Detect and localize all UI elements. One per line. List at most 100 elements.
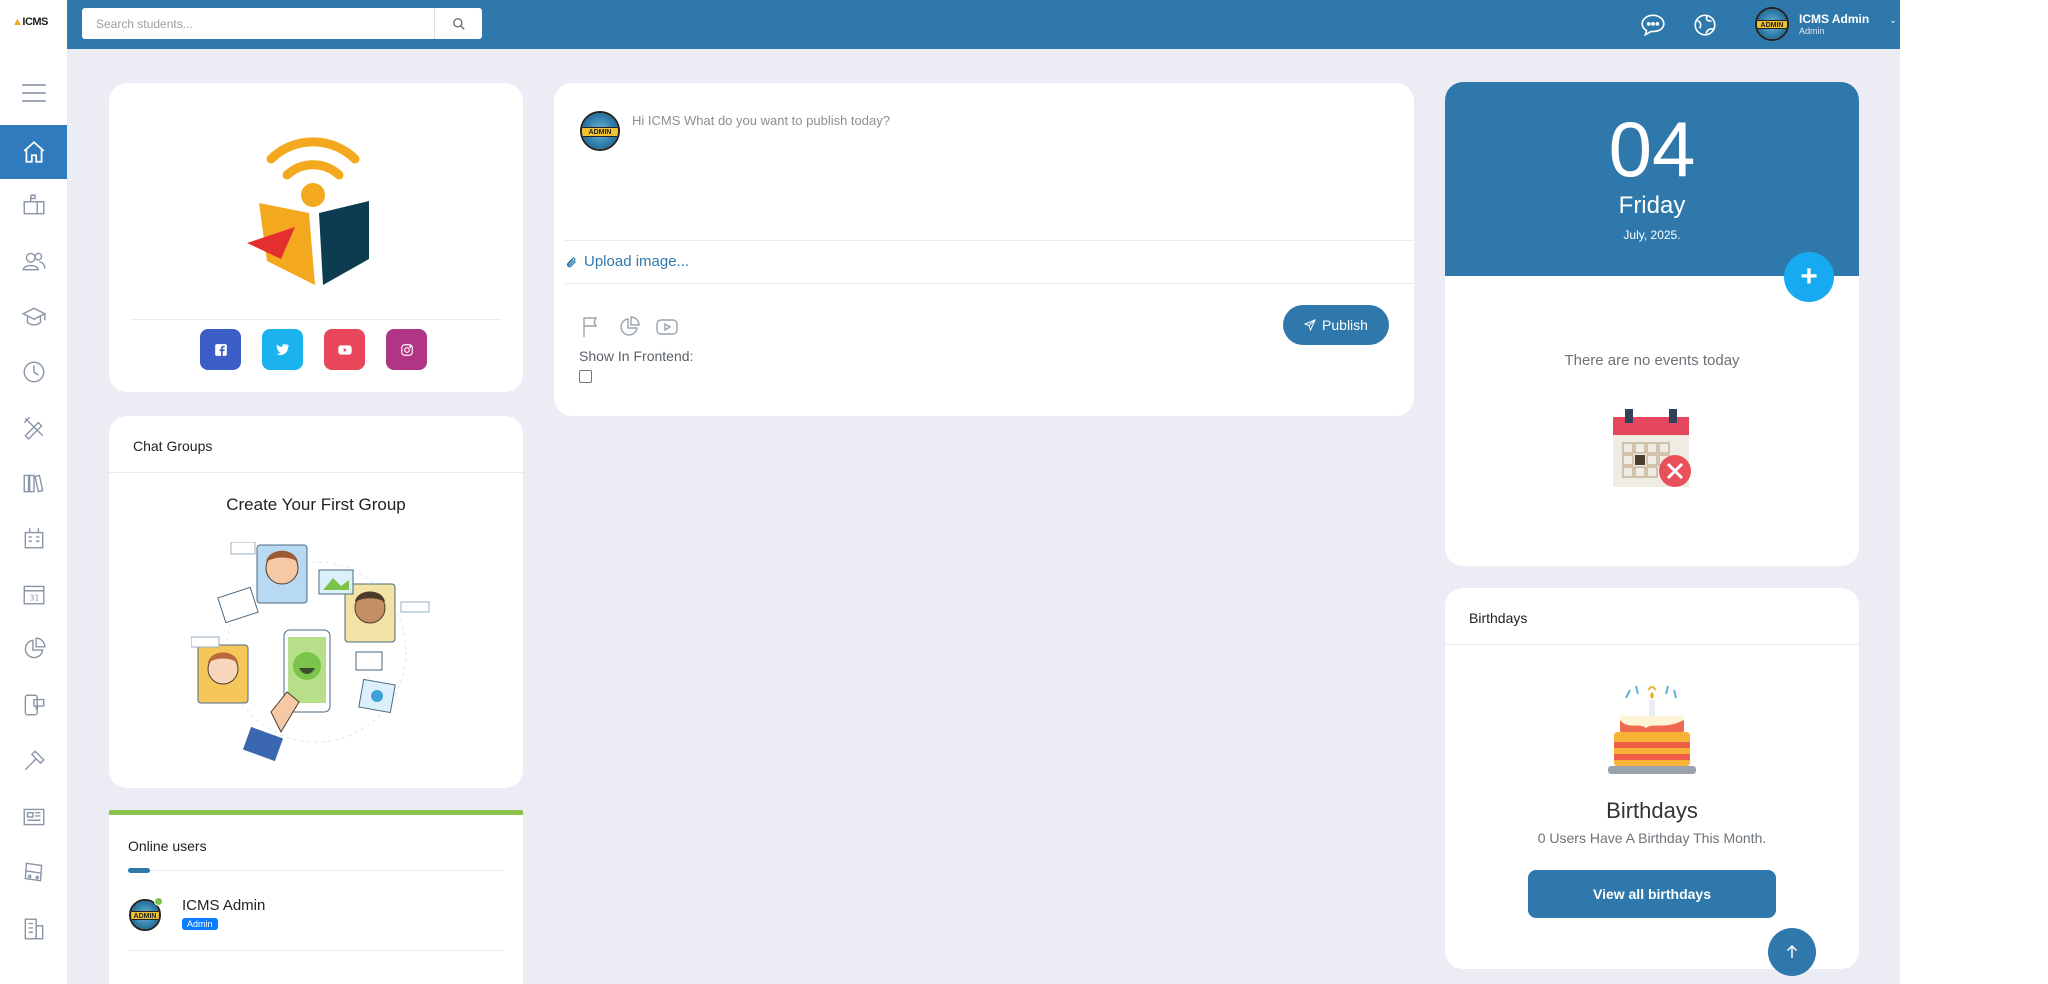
youtube-link[interactable] xyxy=(324,329,365,370)
svg-text:31: 31 xyxy=(29,594,39,603)
nav-reports[interactable] xyxy=(0,622,67,676)
nav-home[interactable] xyxy=(0,125,67,179)
newspaper-icon xyxy=(23,808,44,826)
no-events-text: There are no events today xyxy=(1564,352,1740,369)
online-user-row[interactable]: ADMIN ICMS Admin Admin xyxy=(129,896,266,932)
flag-icon[interactable] xyxy=(579,315,603,339)
nav-messages[interactable] xyxy=(0,178,67,232)
twitter-link[interactable] xyxy=(262,329,303,370)
publish-post-card: ADMIN Hi ICMS What do you want to publis… xyxy=(554,83,1414,416)
nav-users[interactable] xyxy=(0,234,67,288)
twitter-icon xyxy=(276,343,289,355)
calendar-weekday: Friday xyxy=(1618,192,1686,219)
chat-groups-card: Chat Groups Create Your First Group xyxy=(109,416,523,788)
date-panel: 04 Friday July, 2025. xyxy=(1445,82,1859,276)
user-role: Admin xyxy=(1799,26,1825,36)
nav-library[interactable] xyxy=(0,456,67,510)
home-icon xyxy=(23,141,44,163)
books-icon xyxy=(23,474,43,493)
online-status-dot xyxy=(154,896,163,906)
chat-illustration xyxy=(191,542,430,762)
nav-news[interactable] xyxy=(0,790,67,844)
search-button[interactable] xyxy=(434,8,482,39)
online-users-title: Online users xyxy=(128,838,207,854)
birthdays-title: Birthdays xyxy=(1606,798,1698,823)
app-logo[interactable]: ▲ICMS xyxy=(12,16,48,28)
avatar: ADMIN xyxy=(580,111,620,151)
create-group-link[interactable]: Create Your First Group xyxy=(109,495,523,515)
send-icon xyxy=(1304,319,1316,331)
online-users-card: Online users ADMIN ICMS Admin Admin xyxy=(109,810,523,984)
nav-graduates[interactable] xyxy=(0,290,67,344)
top-bar: ADMIN ICMS Admin Admin ⌄ xyxy=(67,0,1900,49)
instagram-link[interactable] xyxy=(386,329,427,370)
chat-bubble-icon[interactable] xyxy=(1640,12,1666,38)
office-building-icon xyxy=(24,918,43,940)
birthday-cake-icon xyxy=(1608,686,1696,774)
online-user-role-badge: Admin xyxy=(182,918,218,930)
nav-attendance[interactable] xyxy=(0,345,67,399)
paperclip-icon xyxy=(566,257,577,267)
app-root: ▲ICMS 31 Search students... ADMIN ICMS A… xyxy=(0,0,1900,984)
nav-auction[interactable] xyxy=(0,734,67,788)
phone-chat-icon xyxy=(24,694,44,716)
graduation-cap-icon xyxy=(21,307,46,326)
post-textarea[interactable]: Hi ICMS What do you want to publish toda… xyxy=(632,113,890,151)
facebook-icon xyxy=(214,343,227,356)
birthdays-card: Birthdays Birthdays 0 Users Have A Birth… xyxy=(1445,588,1859,969)
user-menu[interactable]: ADMIN ICMS Admin Admin ⌄ xyxy=(1755,7,1897,41)
building-icon xyxy=(24,528,43,549)
scroll-to-top-button[interactable] xyxy=(1768,928,1816,976)
nav-calendar[interactable]: 31 xyxy=(0,567,67,621)
school-profile-card xyxy=(109,83,523,392)
mailbox-icon xyxy=(23,194,44,215)
post-tools xyxy=(579,315,679,339)
nav-school[interactable] xyxy=(0,511,67,565)
search-icon xyxy=(452,17,465,30)
calendar-icon: 31 xyxy=(23,585,44,605)
show-frontend-checkbox[interactable] xyxy=(579,370,592,383)
online-users-accent-bar xyxy=(109,810,523,815)
nav-tools[interactable] xyxy=(0,400,67,454)
publish-button[interactable]: Publish xyxy=(1283,305,1389,345)
show-frontend-label: Show In Frontend: xyxy=(579,348,694,364)
search-box xyxy=(82,8,482,39)
post-composer-header: ADMIN Hi ICMS What do you want to publis… xyxy=(580,111,890,151)
calendar-day: 04 xyxy=(1608,105,1696,193)
left-sidebar: ▲ICMS 31 xyxy=(0,0,67,984)
online-users-tab-indicator xyxy=(128,868,150,873)
chevron-down-icon: ⌄ xyxy=(1889,14,1897,25)
menu-toggle-button[interactable] xyxy=(22,84,46,102)
gavel-icon xyxy=(24,750,45,771)
poll-chart-icon[interactable] xyxy=(617,315,641,339)
calendar-month-year: July, 2025. xyxy=(1623,228,1681,242)
online-user-name: ICMS Admin xyxy=(182,897,266,914)
publish-label: Publish xyxy=(1322,317,1368,333)
nav-chat[interactable] xyxy=(0,678,67,732)
calendar-cancel-icon xyxy=(1613,409,1691,487)
nav-transport[interactable] xyxy=(0,845,67,899)
facebook-link[interactable] xyxy=(200,329,241,370)
upload-image-link[interactable]: Upload image... xyxy=(564,253,689,270)
view-all-birthdays-button[interactable]: View all birthdays xyxy=(1528,870,1776,918)
calendar-card: 04 Friday July, 2025. + There are no eve… xyxy=(1445,82,1859,566)
birthdays-header: Birthdays xyxy=(1469,610,1528,626)
upload-image-label: Upload image... xyxy=(584,253,690,270)
clock-icon xyxy=(23,361,44,383)
instagram-icon xyxy=(400,343,413,356)
search-input[interactable] xyxy=(82,8,434,39)
user-name: ICMS Admin xyxy=(1799,12,1870,26)
pencil-ruler-icon xyxy=(23,416,43,440)
globe-icon[interactable] xyxy=(1692,12,1718,38)
social-links xyxy=(200,329,427,370)
nav-institution[interactable] xyxy=(0,902,67,956)
avatar: ADMIN xyxy=(1755,7,1789,41)
chat-groups-title: Chat Groups xyxy=(133,438,213,454)
add-event-button[interactable]: + xyxy=(1784,252,1834,302)
pie-chart-icon xyxy=(24,637,46,659)
bus-icon xyxy=(24,862,42,882)
youtube-icon xyxy=(337,344,352,355)
video-icon[interactable] xyxy=(655,315,679,339)
birthdays-subtitle: 0 Users Have A Birthday This Month. xyxy=(1537,830,1767,846)
plus-icon: + xyxy=(1800,260,1818,293)
